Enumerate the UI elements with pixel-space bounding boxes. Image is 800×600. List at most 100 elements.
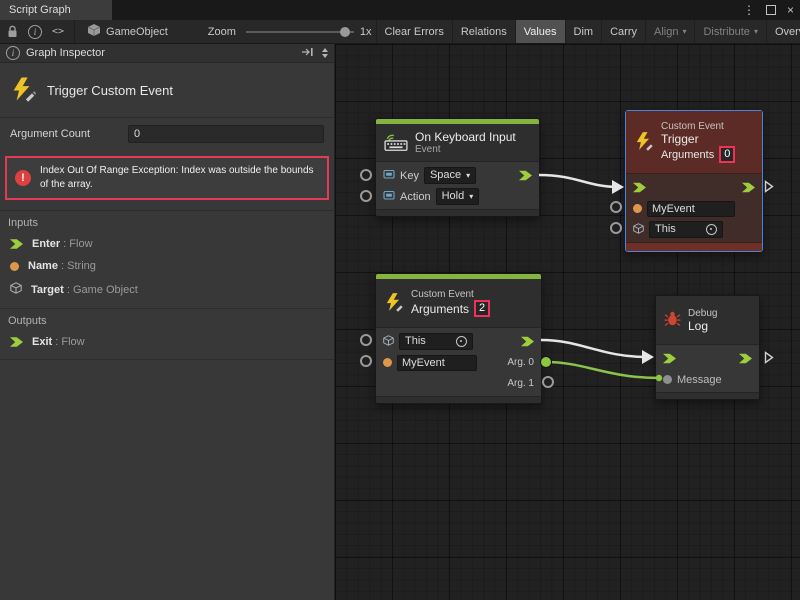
trigger-flow-out-port[interactable] xyxy=(519,170,532,182)
close-icon[interactable]: × xyxy=(787,0,794,20)
info-icon: i xyxy=(6,46,20,60)
gameobject-port-icon xyxy=(383,335,394,349)
flow-in-port[interactable] xyxy=(663,353,676,365)
flow-port-icon xyxy=(10,238,23,250)
dock-icon[interactable] xyxy=(302,47,314,60)
caret-down-icon: ▾ xyxy=(682,28,686,36)
target-picker-icon[interactable] xyxy=(456,336,467,347)
keyboard-icon xyxy=(384,132,408,154)
node-title: Log xyxy=(688,319,717,333)
flow-in-port[interactable] xyxy=(633,182,646,194)
key-input-port[interactable] xyxy=(360,169,372,181)
graph-toolbar: i <> GameObject Zoom 1x Clear Errors Rel… xyxy=(0,20,800,44)
trigger-name-input-port[interactable] xyxy=(610,201,622,213)
string-port-icon xyxy=(10,262,19,271)
align-label: Align xyxy=(654,20,678,44)
gameobject-selector[interactable]: GameObject xyxy=(87,23,168,40)
lock-icon[interactable] xyxy=(7,25,18,38)
node-header[interactable]: Custom Event Arguments 2 xyxy=(376,279,541,328)
node-footer xyxy=(376,396,541,403)
action-dropdown[interactable]: Hold ▾ xyxy=(436,188,480,205)
io-type: : Flow xyxy=(52,336,84,348)
page-title: Trigger Custom Event xyxy=(47,83,173,98)
values-button[interactable]: Values xyxy=(515,20,565,44)
info-icon[interactable]: i xyxy=(28,25,42,39)
action-value: Hold xyxy=(442,189,465,204)
cube-icon xyxy=(87,23,101,40)
toolbar-buttons: Clear Errors Relations Values Dim Carry … xyxy=(376,20,800,44)
io-name: Name xyxy=(28,260,58,272)
distribute-label: Distribute xyxy=(703,20,749,44)
argument-count-input[interactable]: 0 xyxy=(128,125,324,143)
event-name-field[interactable]: MyEvent xyxy=(647,201,735,217)
action-input-port[interactable] xyxy=(360,190,372,202)
arguments-target-input-port[interactable] xyxy=(360,334,372,346)
custom-event-icon xyxy=(10,76,36,105)
flow-out-port[interactable] xyxy=(739,353,752,365)
arguments-name-input-port[interactable] xyxy=(360,355,372,367)
panel-scroll-icon[interactable] xyxy=(322,48,328,58)
caret-down-icon: ▾ xyxy=(466,172,470,180)
argument-count-label: Argument Count xyxy=(10,128,128,140)
arg0-output-port[interactable] xyxy=(540,356,552,368)
outputs-header: Outputs xyxy=(0,309,334,331)
node-trigger-custom-event[interactable]: Custom Event Trigger Arguments 0 MyEvent xyxy=(625,110,763,252)
distribute-button[interactable]: Distribute ▾ xyxy=(694,20,765,44)
action-label: Action xyxy=(400,191,431,203)
node-debug-log[interactable]: Debug Log Message xyxy=(655,295,760,400)
align-button[interactable]: Align ▾ xyxy=(645,20,694,44)
target-dropdown[interactable]: This xyxy=(399,333,473,350)
gameobject-port-icon xyxy=(10,282,22,297)
graph-inspector-title: Graph Inspector xyxy=(26,47,105,59)
menu-icon[interactable]: ⋮ xyxy=(743,0,755,20)
dim-button[interactable]: Dim xyxy=(565,20,602,44)
target-row: This xyxy=(376,331,541,352)
node-header[interactable]: On Keyboard Input Event xyxy=(376,124,539,162)
io-type: : Game Object xyxy=(64,284,138,296)
clear-errors-button[interactable]: Clear Errors xyxy=(376,20,452,44)
arg0-label: Arg. 0 xyxy=(507,357,534,368)
overview-button[interactable]: Overv xyxy=(766,20,800,44)
graph-canvas[interactable]: On Keyboard Input Event Key Space ▾ Acti… xyxy=(335,44,800,600)
flow-out-port[interactable] xyxy=(742,182,755,194)
divider xyxy=(0,359,334,360)
input-row-target: Target : Game Object xyxy=(0,277,334,302)
flow-continue-arrow-icon xyxy=(764,180,774,196)
carry-button[interactable]: Carry xyxy=(601,20,645,44)
relations-button[interactable]: Relations xyxy=(452,20,515,44)
arg1-label: Arg. 1 xyxy=(507,378,534,389)
arguments-label: Arguments xyxy=(661,149,714,161)
node-header[interactable]: Custom Event Trigger Arguments 0 xyxy=(626,111,762,174)
message-label: Message xyxy=(677,374,722,386)
wire-arguments-to-log xyxy=(541,340,647,357)
window-controls: ⋮ × xyxy=(743,0,794,20)
target-dropdown[interactable]: This xyxy=(649,221,723,238)
event-name-row: MyEvent Arg. 0 xyxy=(376,352,541,373)
message-port[interactable] xyxy=(663,375,672,384)
target-picker-icon[interactable] xyxy=(706,224,717,235)
tab-script-graph[interactable]: Script Graph xyxy=(0,0,112,20)
argument-count-row: Argument Count 0 xyxy=(0,118,334,147)
target-value: This xyxy=(655,222,676,237)
input-row-enter: Enter : Flow xyxy=(0,233,334,255)
arg1-output-port[interactable] xyxy=(542,376,554,388)
node-footer xyxy=(626,242,762,251)
key-dropdown[interactable]: Space ▾ xyxy=(424,167,476,184)
node-custom-event-arguments[interactable]: Custom Event Arguments 2 This MyEvent Ar… xyxy=(375,273,542,404)
action-row: Action Hold ▾ xyxy=(376,186,539,207)
node-header[interactable]: Debug Log xyxy=(656,296,759,345)
io-name: Enter xyxy=(32,238,60,250)
zoom-slider-handle[interactable] xyxy=(340,27,350,37)
wire-keyboard-to-trigger xyxy=(539,175,619,187)
node-on-keyboard-input[interactable]: On Keyboard Input Event Key Space ▾ Acti… xyxy=(375,118,540,217)
flow-out-port[interactable] xyxy=(521,336,534,348)
key-icon xyxy=(383,189,395,204)
event-name-field[interactable]: MyEvent xyxy=(397,355,477,371)
input-row-name: Name : String xyxy=(0,255,334,277)
trigger-target-input-port[interactable] xyxy=(610,222,622,234)
code-icon[interactable]: <> xyxy=(52,26,64,37)
maximize-icon[interactable] xyxy=(766,5,776,15)
caret-down-icon: ▾ xyxy=(754,28,758,36)
zoom-slider[interactable] xyxy=(246,31,354,33)
node-title: Arguments xyxy=(411,302,469,316)
